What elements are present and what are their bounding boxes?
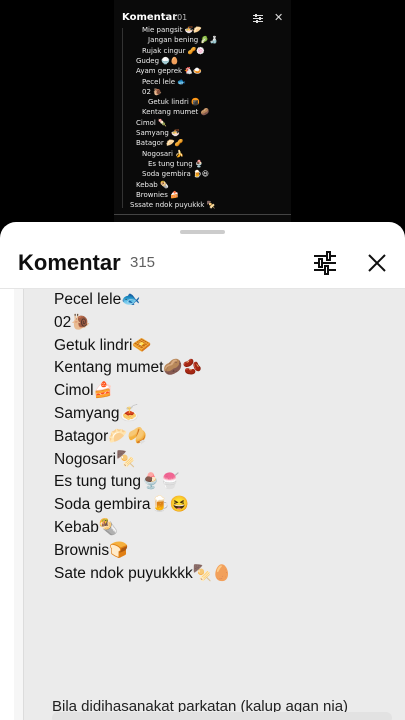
sliders-icon <box>314 251 336 275</box>
drag-handle[interactable] <box>180 230 225 234</box>
video-comment-line: Soda gembira 🍺😆 <box>142 170 210 179</box>
comments-sheet: Komentar 315 Pecel lele🐟 02🐌 Getuk lindri🧇… <box>0 222 405 720</box>
reply-input-bar[interactable] <box>52 712 392 720</box>
video-comment-line: Getuk lindri 🍘 <box>148 98 200 107</box>
video-comment-line: Kebab 🌯 <box>136 180 169 189</box>
video-comments-count: 101 <box>172 13 188 22</box>
comment-line: Soda gembira🍺😆 <box>54 496 190 514</box>
video-comments-title: Komentar <box>122 12 178 23</box>
video-comment-line: Brownies 🍰 <box>136 190 179 199</box>
video-player[interactable]: Komentar 101 ✕ Mie pangsit 🍜🥟 Jangan beni… <box>114 0 291 222</box>
comment-line: Es tung tung🍨🍧 <box>54 473 180 491</box>
comment-line: Sate ndok puyukkkk🍢🥚 <box>54 564 232 582</box>
comment-line: Batagor🥟🥠 <box>54 427 147 445</box>
video-comment-line: Es tung tung 🍨 <box>148 159 204 168</box>
comment-line: Kentang mumet🥔🫘 <box>54 359 203 377</box>
filter-button[interactable] <box>310 248 340 278</box>
video-divider <box>114 214 291 215</box>
close-button[interactable] <box>362 248 392 278</box>
comment-line: Brownis🍞 <box>54 541 129 559</box>
comment-line: Getuk lindri🧇 <box>54 336 152 354</box>
comment-line: Kebab🌯 <box>54 519 119 536</box>
video-comment-line: Cimol 🍡 <box>136 118 167 127</box>
close-icon <box>368 254 386 272</box>
video-thread-line <box>122 28 123 208</box>
video-comment-line: Pecel lele 🐟 <box>142 77 187 86</box>
video-comment-line: Batagor 🥟🥜 <box>136 139 184 148</box>
comment-line: Pecel lele🐟 <box>54 291 141 308</box>
comment-line: Samyang🍝 <box>54 405 139 422</box>
thread-indent-rail <box>14 289 24 720</box>
reply-thread-panel: Pecel lele🐟 02🐌 Getuk lindri🧇 Kentang mumet… <box>14 289 405 720</box>
video-comment-line: Sssate ndok puyukkk 🍢 <box>130 201 216 210</box>
comments-count: 315 <box>130 254 156 271</box>
video-comment-line: Kentang mumet 🥔 <box>142 108 210 117</box>
video-comment-line: 02 🐌 <box>142 87 162 96</box>
video-comment-line: Rujak cingur 🥜🍥 <box>142 46 206 55</box>
video-sliders-icon <box>253 14 263 23</box>
comment-line: Nogosari🍢 <box>54 450 136 468</box>
video-comment-line: Ayam geprek 🐔🍛 <box>136 67 202 76</box>
comment-line: Cimol🍰 <box>54 382 113 400</box>
comments-title: Komentar <box>18 250 121 275</box>
video-comment-line: Nogosari 🍌 <box>142 149 184 158</box>
video-comment-line: Mie pangsit 🍜🥟 <box>142 26 203 34</box>
video-comment-line: Jangan bening 🥬🍶 <box>148 36 218 45</box>
video-comment-line: Samyang 🍜 <box>136 129 180 137</box>
comment-line: 02🐌 <box>54 313 91 331</box>
video-close-icon: ✕ <box>274 11 284 24</box>
video-comment-line: Gudeg 🍚🥚 <box>136 56 179 65</box>
video-comments-header: Komentar 101 ✕ <box>114 8 291 28</box>
